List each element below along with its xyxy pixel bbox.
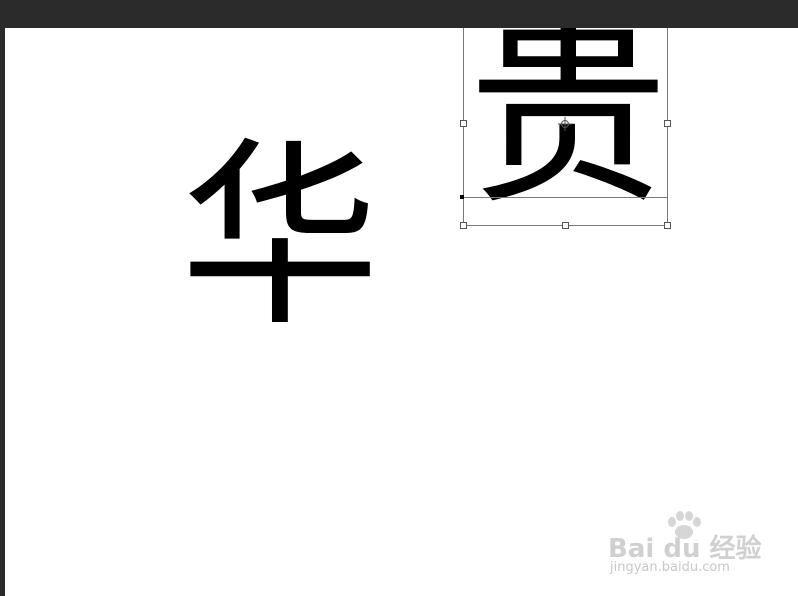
text-baseline bbox=[463, 197, 668, 198]
baseline-anchor bbox=[460, 195, 464, 199]
editor-window: 华 贵 Bai du 经验 jingyan.baidu.com bbox=[0, 0, 798, 596]
transform-handle-bottom-right[interactable] bbox=[664, 222, 671, 229]
transform-handle-bottom-left[interactable] bbox=[460, 222, 467, 229]
top-bar bbox=[0, 0, 798, 28]
watermark-url: jingyan.baidu.com bbox=[610, 560, 730, 575]
transform-handle-middle-left[interactable] bbox=[460, 120, 467, 127]
text-layer-hua[interactable]: 华 bbox=[180, 138, 380, 338]
transform-handle-bottom-center[interactable] bbox=[562, 222, 569, 229]
pivot-point-icon[interactable] bbox=[558, 117, 572, 131]
transform-handle-middle-right[interactable] bbox=[664, 120, 671, 127]
document-canvas[interactable]: 华 贵 Bai du 经验 jingyan.baidu.com bbox=[5, 28, 798, 596]
baidu-jingyan-watermark: Bai du 经验 jingyan.baidu.com bbox=[608, 511, 768, 578]
